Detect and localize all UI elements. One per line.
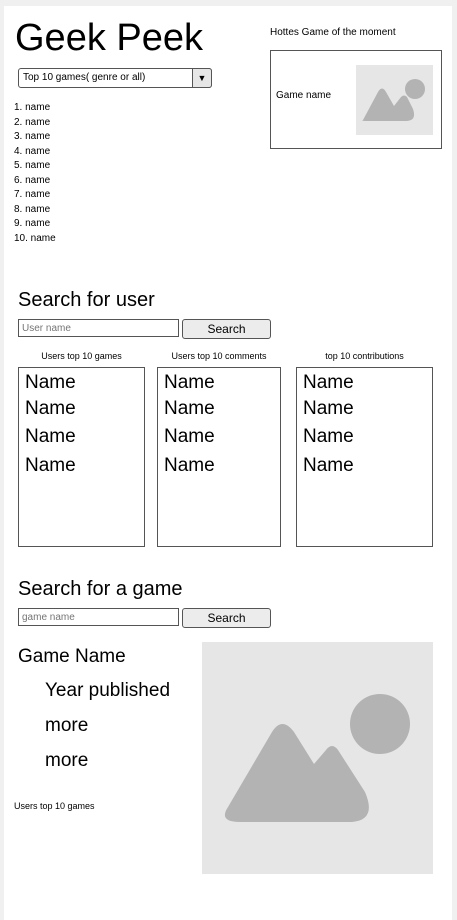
users-top-games-label: Users top 10 games	[41, 351, 122, 361]
list-item[interactable]: Name	[25, 426, 76, 448]
list-item[interactable]: 9. name	[14, 217, 56, 232]
list-item[interactable]: Name	[164, 455, 215, 477]
list-item[interactable]: Name	[25, 372, 76, 394]
list-item[interactable]: 10. name	[14, 232, 56, 247]
chevron-down-icon[interactable]: ▼	[192, 68, 212, 88]
app-title: Geek Peek	[15, 17, 203, 59]
game-more-link[interactable]: more	[45, 715, 88, 737]
users-top-games-box[interactable]: Name Name Name Name	[18, 367, 145, 547]
list-item[interactable]: 2. name	[14, 116, 56, 131]
game-name-input[interactable]	[18, 608, 179, 626]
list-item[interactable]: 7. name	[14, 188, 56, 203]
top-contributions-box[interactable]: Name Name Name Name	[296, 367, 433, 547]
list-item[interactable]: Name	[25, 455, 76, 477]
list-item[interactable]: Name	[303, 372, 354, 394]
list-item[interactable]: Name	[303, 455, 354, 477]
game-year-published: Year published	[45, 680, 171, 701]
page: Geek Peek Top 10 games( genre or all) ▼ …	[4, 6, 452, 920]
search-game-button[interactable]: Search	[182, 608, 271, 628]
list-item[interactable]: Name	[164, 426, 215, 448]
search-user-button[interactable]: Search	[182, 319, 271, 339]
list-item[interactable]: 8. name	[14, 203, 56, 218]
game-result-name: Game Name	[18, 646, 126, 667]
list-item[interactable]: Name	[164, 398, 215, 420]
users-top-comments-label: Users top 10 comments	[171, 351, 267, 361]
list-item[interactable]: Name	[164, 372, 215, 394]
top-games-dropdown[interactable]: Top 10 games( genre or all) ▼	[18, 68, 212, 88]
users-top-comments-box[interactable]: Name Name Name Name	[157, 367, 281, 547]
user-name-input[interactable]	[18, 319, 179, 337]
list-item[interactable]: 4. name	[14, 145, 56, 160]
image-placeholder-icon	[356, 65, 433, 135]
dropdown-label: Top 10 games( genre or all)	[23, 72, 146, 83]
top-games-list: 1. name 2. name 3. name 4. name 5. name …	[14, 101, 56, 246]
list-item[interactable]: Name	[303, 398, 354, 420]
list-item[interactable]: Name	[303, 426, 354, 448]
search-game-title: Search for a game	[18, 578, 183, 600]
search-user-title: Search for user	[18, 289, 155, 311]
hottest-game-card[interactable]: Game name	[270, 50, 442, 149]
list-item[interactable]: 1. name	[14, 101, 56, 116]
list-item[interactable]: 6. name	[14, 174, 56, 189]
image-placeholder-icon	[202, 642, 433, 874]
users-top-games-footer-label: Users top 10 games	[14, 801, 95, 811]
hottest-game-label: Hottes Game of the moment	[270, 27, 396, 38]
list-item[interactable]: 3. name	[14, 130, 56, 145]
top-contributions-label: top 10 contributions	[325, 351, 404, 361]
list-item[interactable]: 5. name	[14, 159, 56, 174]
game-more-link[interactable]: more	[45, 750, 88, 772]
hottest-game-name: Game name	[276, 90, 332, 101]
list-item[interactable]: Name	[25, 398, 76, 420]
